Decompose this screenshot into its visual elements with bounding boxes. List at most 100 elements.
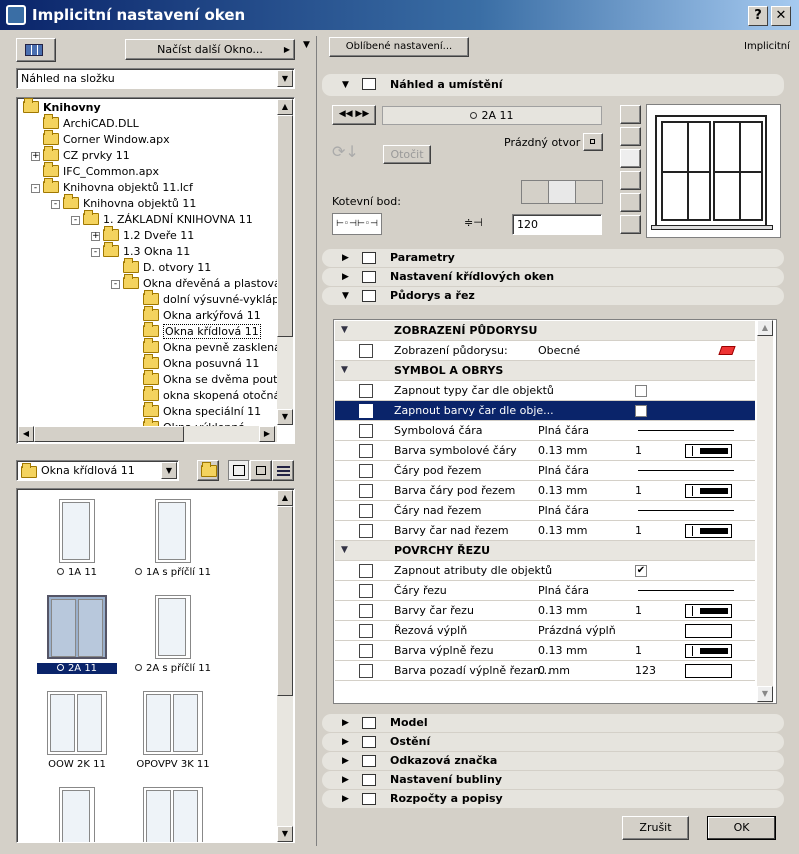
gallery-item[interactable]: 2A s příčlí 11 [133,591,213,681]
sill-height-input[interactable]: 120 [512,214,602,235]
empty-opening-toggle[interactable] [583,133,603,151]
anchor-position-group[interactable] [521,180,603,204]
fill-swatch[interactable] [685,624,732,638]
panel-splitter[interactable]: ▼ [298,36,320,854]
tree-node[interactable]: Knihovna objektů 11 [63,194,196,212]
chevron-down-icon[interactable]: ▼ [277,70,293,87]
property-row[interactable]: Čáry řezu Plná čára [335,581,755,601]
tree-hscroll[interactable]: ◀ ▶ [18,426,277,442]
property-row[interactable]: Barva čáry pod řezem 0.13 mm 1 [335,481,755,501]
property-value[interactable]: Plná čára [538,461,589,480]
prev-next-buttons[interactable]: ◀◀ ▶▶ [332,105,376,125]
folder-up-button[interactable] [197,460,219,481]
property-row[interactable]: Barvy čar řezu 0.13 mm 1 [335,601,755,621]
view-mode-strip[interactable] [620,105,642,237]
folder-select[interactable]: Okna křídlová 11 ▼ [16,460,179,481]
property-row[interactable]: Čáry pod řezem Plná čára [335,461,755,481]
property-value[interactable]: 0 mm [538,661,570,680]
scroll-thumb[interactable] [277,506,293,696]
tree-node[interactable]: dolní výsuvné-vyklápě [143,290,277,308]
close-button[interactable]: ✕ [771,6,791,26]
section-collapsed[interactable]: ▶ Rozpočty a popisy [322,790,784,808]
tree-node[interactable]: Okna křídlová 11 [143,322,261,340]
property-row[interactable]: Zapnout barvy čar dle obje... [335,401,755,421]
section-collapsed[interactable]: ▶ Nastavení bubliny [322,771,784,789]
property-row[interactable]: Symbolová čára Plná čára [335,421,755,441]
scroll-down-icon[interactable]: ▼ [277,409,293,425]
section-collapsed[interactable]: ▶ Ostění [322,733,784,751]
anchor-center-icon[interactable] [549,181,576,203]
ok-button[interactable]: OK [707,816,776,840]
section-plan-section[interactable]: ▼ Půdorys a řez [322,287,784,305]
tree-node[interactable]: 1.3 Okna 11 [103,242,190,260]
pen-number[interactable]: 1 [635,601,642,620]
scroll-up-icon[interactable]: ▲ [277,99,293,115]
anchor-right-icon[interactable] [576,181,603,203]
property-value[interactable]: 0.13 mm [538,481,587,500]
tree-node[interactable]: Okna se dvěma poutci [143,370,277,388]
collapse-arrow-icon[interactable]: ▼ [303,40,310,50]
tree-node[interactable]: IFC_Common.apx [43,162,159,180]
section-collapsed[interactable]: ▶ Model [322,714,784,732]
property-group-header[interactable]: ▼ ZOBRAZENÍ PŮDORYSU [335,321,755,341]
pen-color-swatch[interactable] [685,444,732,458]
view-mode-button[interactable] [16,38,56,62]
tree-node[interactable]: Okna speciální 11 [143,402,261,420]
gallery-item[interactable]: OOW 2K 11 [37,687,117,777]
property-row[interactable]: Čáry nad řezem Plná čára [335,501,755,521]
property-row[interactable]: Zapnout atributy dle objektů ✔ [335,561,755,581]
section-casement-settings[interactable]: ▶ Nastavení křídlových oken [322,268,784,286]
property-value[interactable]: Plná čára [538,421,589,440]
hscroll-thumb[interactable] [34,426,184,442]
scroll-down-icon[interactable]: ▼ [757,686,773,702]
scroll-thumb[interactable] [277,115,293,337]
list-settings-icon[interactable] [620,215,641,234]
object-gallery[interactable]: 1A 11 1A s příčlí 11 2A 11 2A s příčlí 11 OO… [16,488,295,843]
line-type-preview[interactable] [638,510,734,511]
pen-number[interactable]: 1 [635,521,642,540]
property-value[interactable]: 0.13 mm [538,441,587,460]
collapse-icon[interactable]: - [31,184,40,193]
property-value[interactable]: Prázdná výplň [538,621,616,640]
collapse-icon[interactable]: - [51,200,60,209]
scroll-up-icon[interactable]: ▲ [757,320,773,336]
rotate-button[interactable]: Otočit [383,145,431,164]
collapse-icon[interactable]: - [91,248,100,257]
tree-vscroll[interactable]: ▲ ▼ [277,99,293,425]
cancel-button[interactable]: Zrušit [622,816,689,840]
checkbox[interactable] [635,405,647,417]
expand-icon[interactable]: + [91,232,100,241]
tree-node[interactable]: okna skopená otočná [143,386,277,404]
property-row[interactable]: Barva pozadí výplně řezan... 0 mm 123 [335,661,755,681]
pen-color-swatch[interactable] [685,524,732,538]
scroll-left-icon[interactable]: ◀ [18,426,34,442]
pen-number[interactable]: 123 [635,661,656,680]
property-value[interactable]: Plná čára [538,501,589,520]
title-bar[interactable]: Implicitní nastavení oken ? ✕ [0,0,799,30]
favorites-button[interactable]: Oblíbené nastavení... [329,37,469,57]
checkbox[interactable]: ✔ [635,565,647,577]
view-select[interactable]: Náhled na složku ▼ [16,68,295,89]
property-row[interactable]: Barvy čar nad řezem 0.13 mm 1 [335,521,755,541]
pen-number[interactable]: 1 [635,481,642,500]
list-view-button[interactable] [272,460,294,481]
property-row[interactable]: Zapnout typy čar dle objektů [335,381,755,401]
checkbox[interactable] [635,385,647,397]
collapse-icon[interactable]: - [71,216,80,225]
tree-node[interactable]: CZ prvky 11 [43,146,130,164]
collapse-icon[interactable]: - [111,280,120,289]
gallery-item[interactable] [37,783,117,842]
plan-view-icon[interactable] [620,105,641,124]
property-row[interactable]: Řezová výplň Prázdná výplň [335,621,755,641]
large-icons-button[interactable] [228,460,250,481]
section-preview[interactable]: ▼ Náhled a umístění [322,74,784,96]
property-row[interactable]: Barva výplně řezu 0.13 mm 1 [335,641,755,661]
tree-node[interactable]: Knihovny [23,98,101,116]
expand-icon[interactable]: + [31,152,40,161]
library-tree[interactable]: Knihovny ArchiCAD.DLL Corner Window.apx + CZ… [16,97,295,444]
3d-view-icon[interactable] [620,171,641,190]
section-parameters[interactable]: ▶ Parametry [322,249,784,267]
line-type-preview[interactable] [638,590,734,591]
pen-color-swatch[interactable] [685,484,732,498]
property-value[interactable]: 0.13 mm [538,601,587,620]
